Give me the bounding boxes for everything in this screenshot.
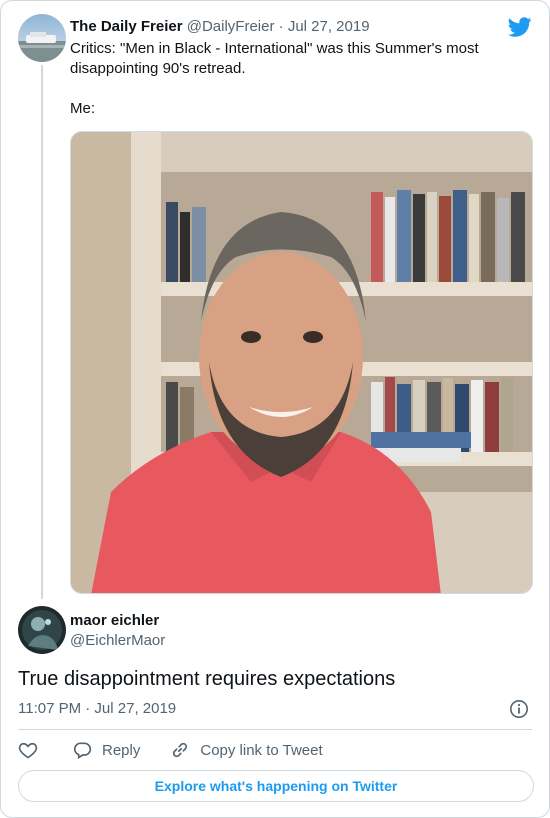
parent-separator: · <box>278 18 284 35</box>
tweet-timestamp[interactable]: 11:07 PM · Jul 27, 2019 <box>18 699 176 719</box>
thread-connector <box>41 65 43 599</box>
explore-twitter-button[interactable]: Explore what's happening on Twitter <box>18 770 534 802</box>
tweet-actions: Reply Copy link to Tweet <box>18 739 323 761</box>
divider <box>18 729 532 730</box>
parent-tweet-header: The Daily Freier @DailyFreier · Jul 27, … <box>70 17 370 37</box>
dark-avatar-icon <box>18 606 66 654</box>
photo-illustration <box>71 132 532 593</box>
parent-author-name[interactable]: The Daily Freier <box>70 18 183 35</box>
copy-link-button[interactable]: Copy link to Tweet <box>170 740 323 760</box>
landscape-avatar-icon <box>18 14 66 62</box>
link-icon <box>173 742 188 758</box>
author-name[interactable]: maor eichler <box>70 611 159 631</box>
tweet-text: True disappointment requires expectation… <box>18 668 396 690</box>
info-icon[interactable] <box>509 699 529 719</box>
author-avatar[interactable] <box>18 606 66 654</box>
parent-text-line: Critics: "Men in Black - International" … <box>70 40 479 77</box>
parent-avatar[interactable] <box>18 14 66 62</box>
parent-media-photo[interactable] <box>70 131 533 594</box>
parent-date[interactable]: Jul 27, 2019 <box>288 18 370 35</box>
reply-label: Reply <box>102 741 141 759</box>
reply-button[interactable]: Reply <box>72 740 140 760</box>
parent-author-handle[interactable]: @DailyFreier <box>187 18 275 35</box>
twitter-bird-icon[interactable] <box>507 15 532 39</box>
like-button[interactable] <box>18 740 38 760</box>
copy-link-label: Copy link to Tweet <box>200 741 323 759</box>
tweet-embed-card: The Daily Freier @DailyFreier · Jul 27, … <box>0 0 550 818</box>
parent-text-line: Me: <box>70 100 96 117</box>
reply-icon <box>73 742 92 759</box>
author-handle[interactable]: @EichlerMaor <box>70 631 165 651</box>
heart-icon <box>18 742 38 759</box>
parent-tweet-text: Critics: "Men in Black - International" … <box>70 39 500 119</box>
